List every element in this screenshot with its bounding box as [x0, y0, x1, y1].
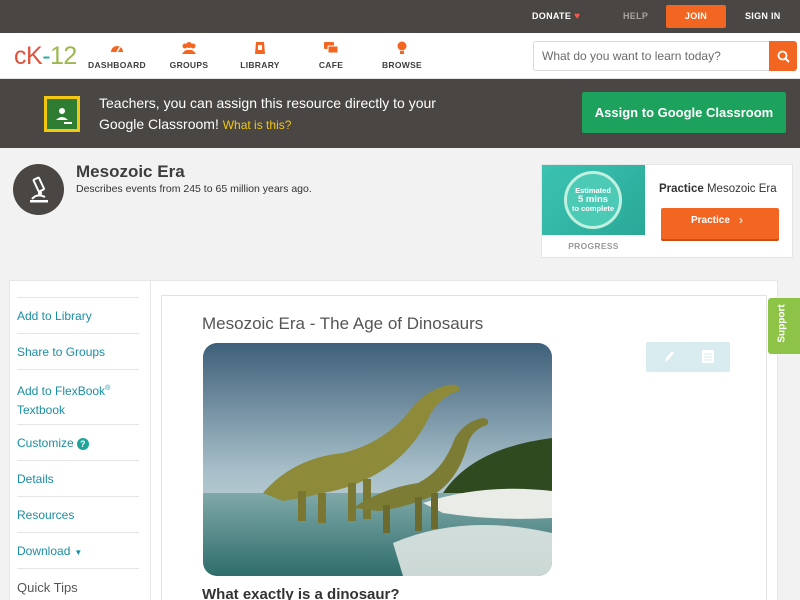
- concept-sidebar: Add to Library Share to Groups Add to Fl…: [9, 280, 150, 600]
- chevron-right-icon: ›: [739, 213, 743, 227]
- logo-part-dash: -: [42, 42, 51, 70]
- top-bar: DONATE ♥ HELP JOIN SIGN IN: [0, 0, 800, 33]
- logo-part-12: 12: [50, 42, 77, 70]
- progress-label: PROGRESS: [568, 241, 619, 251]
- help-link[interactable]: HELP: [623, 0, 648, 33]
- caret-down-icon: ▼: [74, 548, 83, 557]
- groups-icon: [182, 42, 196, 54]
- support-tab-label: Support: [776, 304, 788, 343]
- heart-icon: ♥: [574, 11, 581, 22]
- pencil-icon[interactable]: [662, 349, 676, 370]
- sidebar-item-share-to-groups[interactable]: Share to Groups: [17, 333, 139, 362]
- concept-title: Mesozoic Era: [76, 162, 185, 181]
- nav-cafe-label: CAFE: [318, 60, 344, 70]
- support-tab[interactable]: Support: [768, 298, 800, 354]
- sidebar-item-resources[interactable]: Resources: [17, 496, 139, 525]
- library-icon: [255, 42, 265, 54]
- search-input[interactable]: [533, 41, 770, 71]
- nav-dashboard-label: DASHBOARD: [88, 60, 146, 70]
- concept-description: Describes events from 245 to 65 million …: [76, 183, 312, 195]
- practice-button-label: Practice: [691, 215, 730, 226]
- estimated-suffix: to complete: [571, 204, 615, 213]
- practice-heading-topic: Mesozoic Era: [706, 183, 777, 195]
- nav-browse[interactable]: BROWSE: [367, 40, 437, 70]
- banner-message: Teachers, you can assign this resource d…: [99, 93, 459, 136]
- search-icon: [777, 50, 790, 63]
- sidebar-item-download[interactable]: Download ▼: [17, 532, 139, 562]
- sidebar-item-add-to-flexbook[interactable]: Add to FlexBook® Textbook: [17, 369, 139, 420]
- main-header: cK-12 DASHBOARD GROUPS LIBRARY CAFE BROW…: [0, 33, 800, 79]
- practice-progress-badge: Estimated 5 mins to complete: [542, 165, 645, 235]
- donate-label: DONATE: [532, 11, 572, 21]
- google-classroom-icon: [44, 96, 80, 132]
- sidebar-item-quick-tips[interactable]: Quick Tips: [17, 568, 139, 597]
- cafe-icon: [324, 42, 339, 54]
- practice-heading: Practice Mesozoic Era: [659, 183, 777, 195]
- nav-library[interactable]: LIBRARY: [225, 40, 295, 70]
- sidebar-item-customize[interactable]: Customize?: [17, 424, 139, 453]
- sidebar-item-details[interactable]: Details: [17, 460, 139, 489]
- nav-groups[interactable]: GROUPS: [154, 40, 224, 70]
- help-icon[interactable]: ?: [76, 438, 89, 450]
- dashboard-icon: [111, 46, 123, 53]
- google-classroom-banner: Teachers, you can assign this resource d…: [0, 79, 800, 148]
- browse-icon: [397, 41, 407, 54]
- article-section-heading: What exactly is a dinosaur?: [202, 586, 400, 600]
- sidebar-item-add-to-library[interactable]: Add to Library: [17, 297, 139, 326]
- sign-in-link[interactable]: SIGN IN: [745, 0, 781, 33]
- progress-ring: Estimated 5 mins to complete: [564, 171, 622, 229]
- practice-card: Estimated 5 mins to complete PROGRESS Pr…: [541, 164, 793, 258]
- article-tools: [646, 342, 730, 372]
- article-title: Mesozoic Era - The Age of Dinosaurs: [202, 314, 484, 333]
- nav-cafe[interactable]: CAFE: [296, 40, 366, 70]
- notes-icon[interactable]: [701, 349, 715, 370]
- registered-mark: ®: [105, 385, 111, 392]
- download-label: Download: [17, 544, 71, 558]
- donate-link[interactable]: DONATE ♥: [532, 0, 580, 33]
- nav-groups-label: GROUPS: [169, 60, 209, 70]
- search-button[interactable]: [769, 41, 797, 71]
- microscope-icon: [13, 164, 64, 215]
- practice-button[interactable]: Practice ›: [661, 208, 779, 239]
- ck12-logo[interactable]: cK-12: [14, 42, 77, 70]
- estimated-time: 5 mins: [577, 194, 609, 205]
- practice-heading-bold: Practice: [659, 183, 704, 195]
- what-is-this-link[interactable]: What is this?: [223, 118, 292, 132]
- flexbook-label: Add to FlexBook: [17, 384, 106, 398]
- join-button[interactable]: JOIN: [666, 5, 726, 28]
- nav-library-label: LIBRARY: [240, 60, 280, 70]
- customize-label: Customize: [17, 436, 74, 450]
- dinosaur-image: [203, 343, 552, 576]
- nav-browse-label: BROWSE: [381, 60, 423, 70]
- assign-google-classroom-button[interactable]: Assign to Google Classroom: [582, 92, 786, 133]
- flexbook-label-line2: Textbook: [17, 403, 66, 417]
- nav-dashboard[interactable]: DASHBOARD: [82, 40, 152, 70]
- logo-part-ck: cK: [14, 42, 43, 70]
